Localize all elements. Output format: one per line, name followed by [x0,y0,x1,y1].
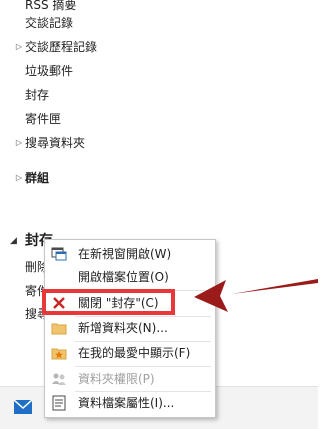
folder-icon [51,320,67,336]
folder-label: 寄件匣 [25,112,62,126]
menu-item-label: 新增資料夾(N)... [78,321,168,335]
properties-icon [51,395,67,411]
menu-separator [75,366,211,367]
menu-item-label: 資料檔案屬性(I)... [78,396,175,410]
folder-label: 封存 [25,88,50,102]
folder-conversation-history[interactable]: ▷ 交談歷程記錄 [0,36,318,58]
menu-item-new-folder[interactable]: 新增資料夾(N)... [45,317,215,339]
groups-header[interactable]: ▷ 群組 [0,167,318,189]
new-window-icon [51,246,67,262]
folder-conversation-log[interactable]: 交談記錄 [0,12,318,34]
expand-chevron-icon[interactable]: ▷ [14,36,24,58]
folder-label: 搜尋資料夾 [25,136,86,150]
menu-item-show-in-favorites[interactable]: 在我的最愛中顯示(F) [45,342,215,364]
permissions-icon [51,371,67,387]
folder-search-folders[interactable]: ▷ 搜尋資料夾 [0,132,318,154]
menu-item-label: 資料夾權限(P) [78,372,155,386]
mail-icon[interactable] [13,399,33,417]
menu-item-folder-permissions: 資料夾權限(P) [45,368,215,390]
collapse-triangle-icon[interactable]: ◢ [10,230,17,252]
groups-label: 群組 [25,171,50,185]
menu-item-open-file-location[interactable]: 開啟檔案位置(O) [45,266,215,288]
menu-item-data-file-properties[interactable]: 資料檔案屬性(I)... [45,392,215,414]
menu-item-label: 在新視窗開啟(W) [78,247,172,261]
menu-item-label: 開啟檔案位置(O) [78,270,169,284]
expand-chevron-icon[interactable]: ▷ [14,167,24,189]
context-menu: 在新視窗開啟(W) 開啟檔案位置(O) 關閉 "封存"(C) 新增資料夾(N).… [44,239,216,418]
folder-label: 垃圾郵件 [25,64,74,78]
menu-item-open-new-window[interactable]: 在新視窗開啟(W) [45,243,215,265]
folder-outbox[interactable]: 寄件匣 [0,108,318,130]
highlight-box [42,289,175,315]
favorite-folder-icon [51,345,67,361]
folder-archive[interactable]: 封存 [0,84,318,106]
menu-item-label: 在我的最愛中顯示(F) [78,346,191,360]
folder-junk[interactable]: 垃圾郵件 [0,60,318,82]
folder-label: 交談記錄 [25,16,74,30]
expand-chevron-icon[interactable]: ▷ [14,132,24,154]
folder-label: 交談歷程記錄 [25,40,98,54]
